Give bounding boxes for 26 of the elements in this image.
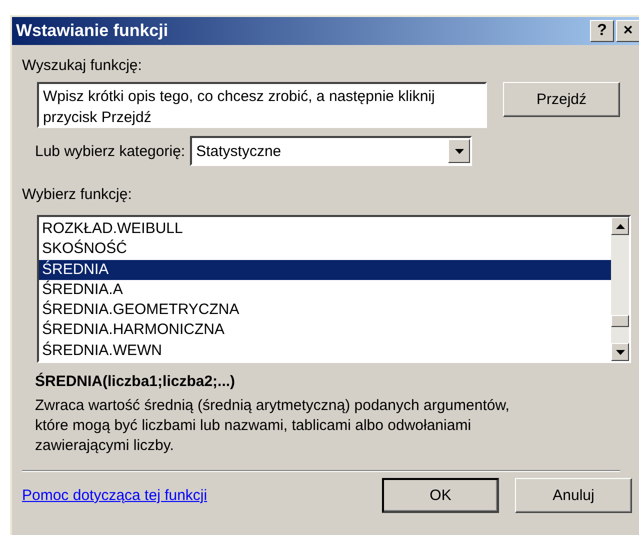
function-item[interactable]: ŚREDNIA.WEWN xyxy=(39,340,611,361)
go-button[interactable]: Przejdź xyxy=(503,82,620,117)
window-title: Wstawianie funkcji xyxy=(16,21,168,41)
category-label: Lub wybierz kategorię: xyxy=(35,142,186,160)
function-description: Zwraca wartość średnią (średnią arytmetyczną) podanych argumentów, które mogą być liczbami lub nazwami, tablicami albo odwołaniami zawierającymi liczby. xyxy=(35,396,510,456)
help-button[interactable]: ? xyxy=(590,20,614,42)
scroll-down-arrow-icon xyxy=(454,148,464,154)
function-list-label: Wybierz funkcję: xyxy=(22,186,133,203)
scroll-up-arrow-icon xyxy=(616,224,624,228)
function-item[interactable]: SKOŚNOŚĆ xyxy=(39,239,611,260)
function-signature: ŚREDNIA(liczba1;liczba2;...) xyxy=(35,373,236,390)
scroll-down-arrow-icon xyxy=(616,350,624,354)
function-item[interactable]: ŚREDNIA.GEOMETRYCZNA xyxy=(39,300,611,320)
search-label: Wyszukaj funkcję: xyxy=(22,57,143,74)
function-item[interactable]: ŚREDNIA xyxy=(39,260,611,280)
function-item[interactable]: ŚREDNIA.A xyxy=(39,280,611,300)
cancel-button[interactable]: Anuluj xyxy=(515,478,632,513)
function-item[interactable]: ROZKŁAD.WEIBULL xyxy=(39,219,611,240)
close-button[interactable]: × xyxy=(616,20,639,42)
scrollbar[interactable] xyxy=(611,217,629,361)
function-item[interactable]: ŚREDNIA.HARMONICZNA xyxy=(39,320,611,341)
category-dropdown[interactable]: Statystyczne xyxy=(190,136,472,166)
scrollbar-thumb[interactable] xyxy=(611,315,629,327)
help-link[interactable]: Pomoc dotycząca tej funkcji xyxy=(22,487,382,504)
ok-button[interactable]: OK xyxy=(382,478,499,513)
search-field[interactable]: Wpisz krótki opis tego, co chcesz zrobić, a następnie kliknij przycisk Przejdź xyxy=(37,82,487,128)
